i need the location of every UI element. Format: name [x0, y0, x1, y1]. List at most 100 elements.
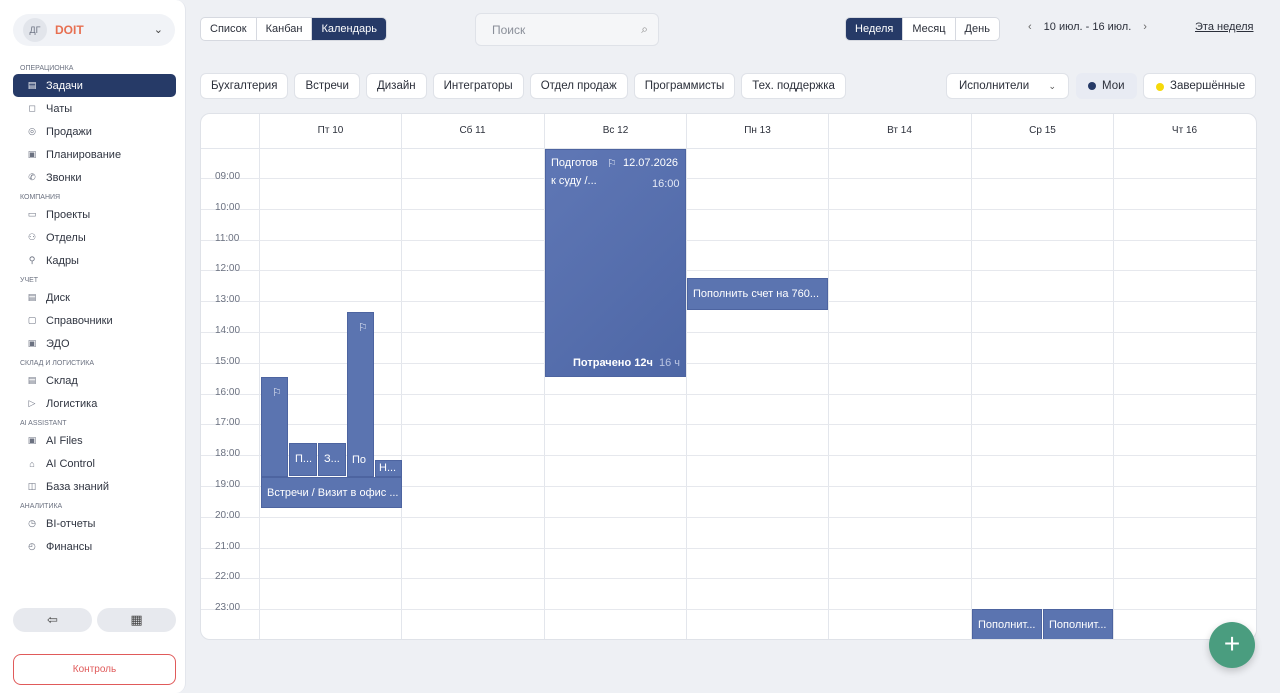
chevron-right-icon[interactable]: ›	[1143, 21, 1147, 33]
sidebar-item[interactable]: ▤ Склад	[13, 369, 176, 392]
assignees-dropdown[interactable]: Исполнители ⌄	[946, 73, 1069, 99]
finance-icon: ◴	[28, 541, 36, 551]
control-button[interactable]: Контроль	[13, 654, 176, 685]
event-title: Н...	[379, 462, 397, 474]
sidebar-item[interactable]: ✆ Звонки	[13, 166, 176, 189]
segment-option[interactable]: День	[956, 18, 999, 40]
segment-option[interactable]: Месяц	[903, 18, 956, 40]
sidebar-item[interactable]: ◻ Чаты	[13, 97, 176, 120]
sidebar-item[interactable]: ▢ Справочники	[13, 309, 176, 332]
sidebar-item-label: AI Control	[46, 457, 95, 470]
hour-label: 22:00	[215, 571, 241, 582]
org-switcher[interactable]: ДГ DOIT ⌄	[13, 14, 175, 46]
planning-icon: ▣	[27, 149, 37, 159]
date-range: 10 июл. - 16 июл.	[1043, 21, 1132, 33]
calendar-event[interactable]: Пополнить счет на 760...	[687, 278, 828, 310]
day-header: Вт 14	[828, 114, 970, 148]
column-divider	[401, 114, 402, 639]
sidebar-item[interactable]: ⚲ Кадры	[13, 249, 176, 272]
search-input[interactable]	[476, 14, 626, 45]
sidebar-item[interactable]: ⌂ AI Control	[13, 452, 176, 475]
sidebar-item[interactable]: ◫ База знаний	[13, 475, 176, 498]
sidebar-item-label: Проекты	[46, 208, 91, 221]
day-header: Ср 15	[971, 114, 1113, 148]
chevron-left-icon[interactable]: ‹	[1028, 21, 1032, 33]
sidebar-item[interactable]: ⚇ Отделы	[13, 226, 176, 249]
sidebar-section-title: ОПЕРАЦИОНКА	[20, 65, 74, 72]
segment-option[interactable]: Календарь	[312, 18, 386, 40]
avatar: ДГ	[23, 18, 47, 42]
calendar-event[interactable]: ⚐	[261, 377, 288, 477]
this-week-link[interactable]: Эта неделя	[1195, 21, 1254, 33]
sidebar-item-label: Кадры	[46, 254, 79, 267]
sidebar-item-label: Справочники	[46, 314, 113, 327]
hour-line	[201, 548, 1256, 549]
event-title: По	[352, 454, 367, 466]
day-header: Вс 12	[544, 114, 686, 148]
flag-icon: ⚐	[272, 387, 282, 399]
sidebar-item-label: Планирование	[46, 148, 122, 161]
sidebar-item[interactable]: ▭ Проекты	[13, 203, 176, 226]
folder-icon: ▭	[27, 209, 37, 219]
column-divider	[971, 114, 972, 639]
calendar-event[interactable]: Подготов к суду /... ⚐ 12.07.2026 16:00 Потра…	[545, 149, 686, 377]
sidebar-item[interactable]: ◴ Финансы	[13, 535, 176, 558]
sidebar-actions: ⇦ ▦	[13, 608, 176, 632]
filter-chip[interactable]: Тех. поддержка	[741, 73, 846, 99]
sidebar-item-label: AI Files	[46, 434, 83, 447]
completed-filter[interactable]: Завершённые	[1143, 73, 1256, 99]
filter-chip[interactable]: Встречи	[294, 73, 360, 99]
filter-chip[interactable]: Интеграторы	[432, 73, 524, 99]
sidebar-item[interactable]: ▣ AI Files	[13, 429, 176, 452]
calendar-event[interactable]: Н...	[375, 460, 402, 477]
filter-chip[interactable]: Дизайн	[365, 73, 427, 99]
completed-label: Завершённые	[1170, 80, 1246, 92]
calendar-event[interactable]: Встречи / Визит в офис ...	[261, 477, 402, 508]
phone-icon: ✆	[28, 172, 36, 182]
filter-chip[interactable]: Программисты	[633, 73, 736, 99]
hour-line	[201, 209, 1256, 210]
segment-option[interactable]: Список	[201, 18, 257, 40]
sidebar-item-label: Звонки	[46, 171, 82, 184]
segment-option[interactable]: Канбан	[257, 18, 313, 40]
calendar-event[interactable]: ⚐ По	[347, 312, 374, 477]
ai-files-icon: ▣	[27, 435, 37, 445]
sidebar-item[interactable]: ▤ Задачи	[13, 74, 176, 97]
ai-control-icon: ⌂	[29, 458, 35, 469]
hour-line	[201, 178, 1256, 179]
filter-chip[interactable]: Отдел продаж	[529, 73, 628, 99]
sidebar-item[interactable]: ◷ BI-отчеты	[13, 512, 176, 535]
calendar-event[interactable]: Пополнит...	[972, 609, 1042, 639]
sidebar-item[interactable]: ▣ Планирование	[13, 143, 176, 166]
sidebar-section-title: СКЛАД И ЛОГИСТИКА	[20, 360, 95, 367]
hour-line	[201, 578, 1256, 579]
calendar-icon[interactable]: ▦	[97, 608, 176, 632]
search-box: ⌕	[475, 13, 659, 46]
hour-label: 12:00	[215, 263, 241, 274]
sidebar-item-label: Логистика	[46, 397, 98, 410]
hour-line	[201, 517, 1256, 518]
search-icon[interactable]: ⌕	[641, 22, 648, 37]
event-title: Пополнить счет на 760...	[693, 288, 820, 300]
share-icon[interactable]: ⇦	[13, 608, 92, 632]
mine-filter[interactable]: Мои	[1076, 73, 1137, 99]
calendar-event[interactable]: П...	[289, 443, 317, 476]
hour-label: 13:00	[215, 294, 241, 305]
sidebar-item[interactable]: ▤ Диск	[13, 286, 176, 309]
period-switcher: Неделя Месяц День	[845, 17, 1000, 41]
segment-option[interactable]: Неделя	[846, 18, 904, 40]
book-icon: ▢	[27, 315, 37, 325]
sidebar-section-title: AI ASSISTANT	[20, 420, 67, 427]
calendar-event[interactable]: З...	[318, 443, 346, 476]
add-button[interactable]: +	[1209, 622, 1255, 668]
filter-chip[interactable]: Бухгалтерия	[200, 73, 289, 99]
sidebar-item[interactable]: ◎ Продажи	[13, 120, 176, 143]
logistics-icon: ▷	[28, 398, 36, 408]
sidebar-nav: ОПЕРАЦИОНКА ▤ Задачи ◻ Чаты ◎ Продажи ▣ Планиров…	[0, 60, 186, 558]
sidebar-item[interactable]: ▣ ЭДО	[13, 332, 176, 355]
day-header: Пн 13	[686, 114, 828, 148]
sidebar-item-label: ЭДО	[46, 337, 70, 350]
sidebar-item[interactable]: ▷ Логистика	[13, 392, 176, 415]
assignees-label: Исполнители	[959, 80, 1030, 92]
calendar-event[interactable]: Пополнит...	[1043, 609, 1113, 639]
